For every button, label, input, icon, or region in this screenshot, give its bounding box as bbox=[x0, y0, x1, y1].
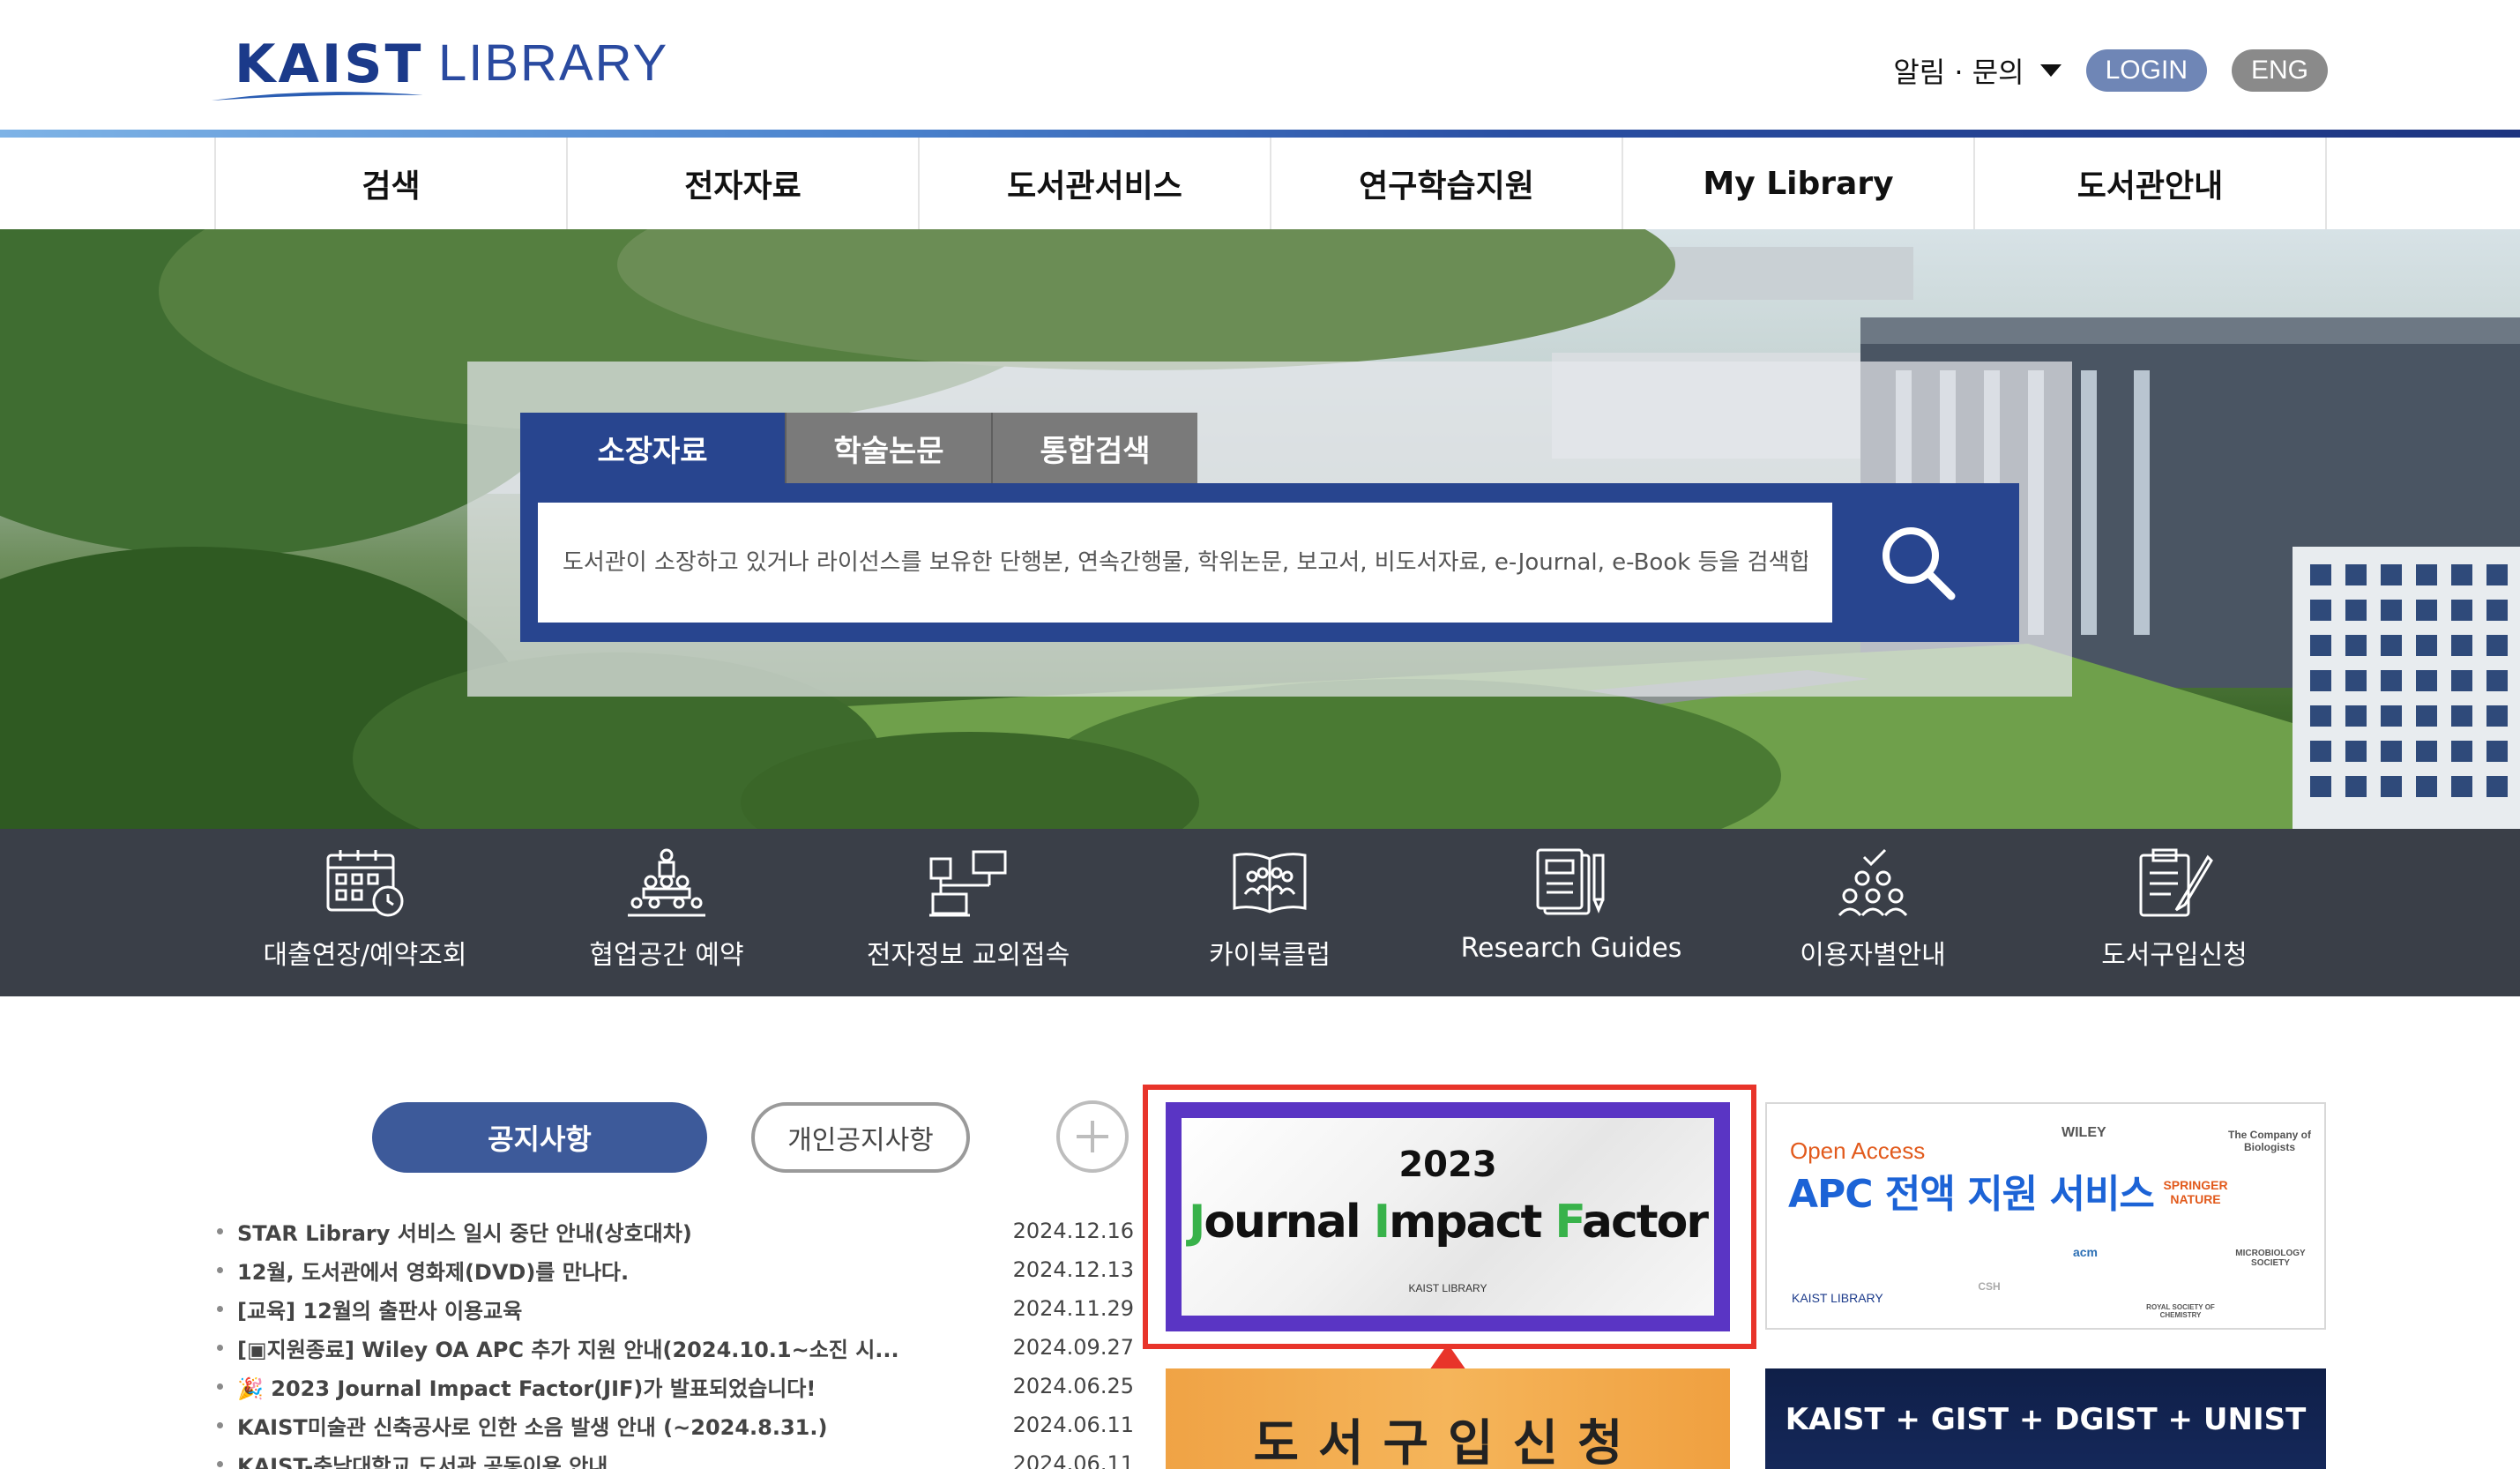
network-access-icon bbox=[929, 850, 1007, 917]
quick-item-collab-space[interactable]: 협업공간 예약 bbox=[517, 829, 816, 996]
search-input[interactable] bbox=[538, 503, 1832, 623]
plus-icon bbox=[1077, 1121, 1108, 1152]
tab-holdings[interactable]: 소장자료 bbox=[520, 413, 785, 483]
quick-item-label: 대출연장/예약조회 bbox=[263, 940, 467, 971]
quick-item-book-club[interactable]: 카이북클럽 bbox=[1120, 829, 1420, 996]
clipboard-pen-icon bbox=[2139, 848, 2213, 917]
quick-item-label: 도서구입신청 bbox=[2101, 940, 2248, 971]
quick-item-label: 협업공간 예약 bbox=[589, 940, 744, 971]
highlight-box bbox=[1143, 1085, 1756, 1349]
notice-title[interactable]: 12월, 도서관에서 영화제(DVD)를 만나다. bbox=[217, 1255, 629, 1286]
tab-notices[interactable]: 공지사항 bbox=[372, 1102, 707, 1173]
book-request-banner[interactable]: 도서구입신청 bbox=[1166, 1368, 1730, 1469]
notice-title[interactable]: [교육] 12월의 출판사 이용교육 bbox=[217, 1294, 522, 1324]
guide-book-icon bbox=[1536, 848, 1605, 915]
publisher-acm: acm bbox=[2072, 1245, 2099, 1259]
tab-articles[interactable]: 학술논문 bbox=[785, 413, 991, 483]
quick-item-book-request[interactable]: 도서구입신청 bbox=[2024, 829, 2324, 996]
publisher-csh: CSH bbox=[1978, 1280, 2001, 1293]
list-item[interactable]: 🎉 2023 Journal Impact Factor(JIF)가 발표되었습… bbox=[217, 1367, 1134, 1406]
logo-kaist-text: KAIST bbox=[235, 34, 424, 95]
header-gradient-bar bbox=[0, 130, 2520, 138]
notice-date: 2024.12.16 bbox=[1012, 1219, 1134, 1243]
quick-item-label: 전자정보 교외접속 bbox=[866, 940, 1070, 971]
consortium-banner[interactable]: KAIST + GIST + DGIST + UNIST bbox=[1765, 1368, 2326, 1469]
publisher-wiley: WILEY bbox=[2061, 1125, 2106, 1140]
quick-item-remote-access[interactable]: 전자정보 교외접속 bbox=[818, 829, 1118, 996]
book-request-banner-text: 도서구입신청 bbox=[1253, 1415, 1643, 1469]
quick-item-label: 카이북클럽 bbox=[1209, 940, 1331, 971]
list-item[interactable]: KAIST-충남대학교 도서관 공동이용 안내 2024.06.11 bbox=[217, 1444, 1134, 1469]
notice-title[interactable]: KAIST-충남대학교 도서관 공동이용 안내 bbox=[217, 1449, 608, 1469]
list-item[interactable]: [▣지원종료] Wiley OA APC 추가 지원 안내(2024.10.1~… bbox=[217, 1328, 1134, 1367]
apc-open-access: Open Access bbox=[1790, 1137, 1926, 1164]
notice-title[interactable]: KAIST미술관 신축공사로 인한 소음 발생 안내 (~2024.8.31.) bbox=[217, 1410, 827, 1441]
notice-list: STAR Library 서비스 일시 중단 안내(상호대차) 2024.12.1… bbox=[217, 1212, 1134, 1469]
notice-date: 2024.06.11 bbox=[1012, 1413, 1134, 1437]
publisher-microbiology: MICROBIOLOGY SOCIETY bbox=[2235, 1249, 2306, 1268]
publisher-rsc: ROYAL SOCIETY OF CHEMISTRY bbox=[2146, 1303, 2215, 1319]
quick-item-label: 이용자별안내 bbox=[1800, 940, 1946, 971]
english-button[interactable]: ENG bbox=[2231, 49, 2328, 92]
utility-menu: 알림 · 문의 LOGIN ENG bbox=[1893, 46, 2328, 95]
search-icon bbox=[1883, 527, 1956, 600]
gnb-item-services[interactable]: 도서관서비스 bbox=[918, 138, 1270, 229]
publisher-biologists: The Company of Biologists bbox=[2227, 1129, 2311, 1153]
notice-more-button[interactable] bbox=[1056, 1100, 1129, 1173]
quick-menu: 대출연장/예약조회 협업공간 예약 전자정보 교외접속 카이북클럽 Resear… bbox=[0, 829, 2520, 996]
notice-title[interactable]: 🎉 2023 Journal Impact Factor(JIF)가 발표되었습… bbox=[217, 1371, 816, 1402]
list-item[interactable]: KAIST미술관 신축공사로 인한 소음 발생 안내 (~2024.8.31.)… bbox=[217, 1406, 1134, 1444]
notice-title[interactable]: STAR Library 서비스 일시 중단 안내(상호대차) bbox=[217, 1216, 692, 1247]
gnb-item-research-support[interactable]: 연구학습지원 bbox=[1270, 138, 1622, 229]
notice-date: 2024.06.25 bbox=[1012, 1374, 1134, 1398]
search-panel: 소장자료 학술논문 통합검색 bbox=[467, 362, 2072, 697]
kaist-library-logo[interactable]: KAIST LIBRARY bbox=[212, 26, 667, 115]
list-item[interactable]: [교육] 12월의 출판사 이용교육 2024.11.29 bbox=[217, 1289, 1134, 1328]
notice-inquiry-label: 알림 · 문의 bbox=[1893, 56, 2024, 89]
gnb-item-search[interactable]: 검색 bbox=[214, 138, 566, 229]
list-item[interactable]: 12월, 도서관에서 영화제(DVD)를 만나다. 2024.12.13 bbox=[217, 1250, 1134, 1289]
quick-item-research-guides[interactable]: Research Guides bbox=[1421, 829, 1721, 996]
quick-item-user-guide[interactable]: 이용자별안내 bbox=[1723, 829, 2023, 996]
tab-personal-notices[interactable]: 개인공지사항 bbox=[751, 1102, 970, 1173]
header: KAIST LIBRARY 알림 · 문의 LOGIN ENG bbox=[0, 0, 2520, 130]
logo-library-text: LIBRARY bbox=[438, 34, 669, 92]
group-people-icon bbox=[628, 848, 705, 917]
login-button[interactable]: LOGIN bbox=[2085, 49, 2207, 92]
list-item[interactable]: STAR Library 서비스 일시 중단 안내(상호대차) 2024.12.1… bbox=[217, 1212, 1134, 1250]
tab-integrated-search[interactable]: 통합검색 bbox=[991, 413, 1197, 483]
apc-kaist-logo: KAIST LIBRARY bbox=[1792, 1291, 1883, 1305]
notice-date: 2024.11.29 bbox=[1012, 1296, 1134, 1321]
logo-swoosh-icon bbox=[212, 92, 423, 101]
gnb-item-eresources[interactable]: 전자자료 bbox=[566, 138, 918, 229]
notice-inquiry-dropdown[interactable]: 알림 · 문의 bbox=[1893, 50, 2061, 91]
search-button[interactable] bbox=[1834, 503, 2002, 623]
calendar-clock-icon bbox=[326, 850, 404, 917]
notice-date: 2024.06.11 bbox=[1012, 1451, 1134, 1469]
quick-item-loan-renewal[interactable]: 대출연장/예약조회 bbox=[215, 829, 515, 996]
publisher-springer: SPRINGER NATURE bbox=[2163, 1178, 2228, 1206]
notice-date: 2024.12.13 bbox=[1012, 1257, 1134, 1282]
gnb-item-about[interactable]: 도서관안내 bbox=[1973, 138, 2327, 229]
caret-down-icon bbox=[2039, 64, 2061, 77]
apc-title: APC 전액 지원 서비스 bbox=[1788, 1172, 2155, 1217]
gnb-item-my-library[interactable]: My Library bbox=[1622, 138, 1973, 229]
consortium-banner-text: KAIST + GIST + DGIST + UNIST bbox=[1785, 1402, 2307, 1437]
search-tabs: 소장자료 학술논문 통합검색 bbox=[520, 413, 1197, 483]
book-club-icon bbox=[1233, 853, 1307, 913]
quick-item-label: Research Guides bbox=[1460, 933, 1682, 964]
notice-title[interactable]: [▣지원종료] Wiley OA APC 추가 지원 안내(2024.10.1~… bbox=[217, 1332, 899, 1363]
notice-date: 2024.09.27 bbox=[1012, 1335, 1134, 1360]
search-frame bbox=[520, 483, 2019, 642]
main-navigation: 검색 전자자료 도서관서비스 연구학습지원 My Library 도서관안내 bbox=[214, 138, 2327, 229]
user-group-check-icon bbox=[1838, 848, 1908, 917]
hero-campus-image: 소장자료 학술논문 통합검색 bbox=[0, 229, 2520, 829]
apc-banner[interactable]: Open Access APC 전액 지원 서비스 KAIST LIBRARY … bbox=[1765, 1102, 2326, 1330]
